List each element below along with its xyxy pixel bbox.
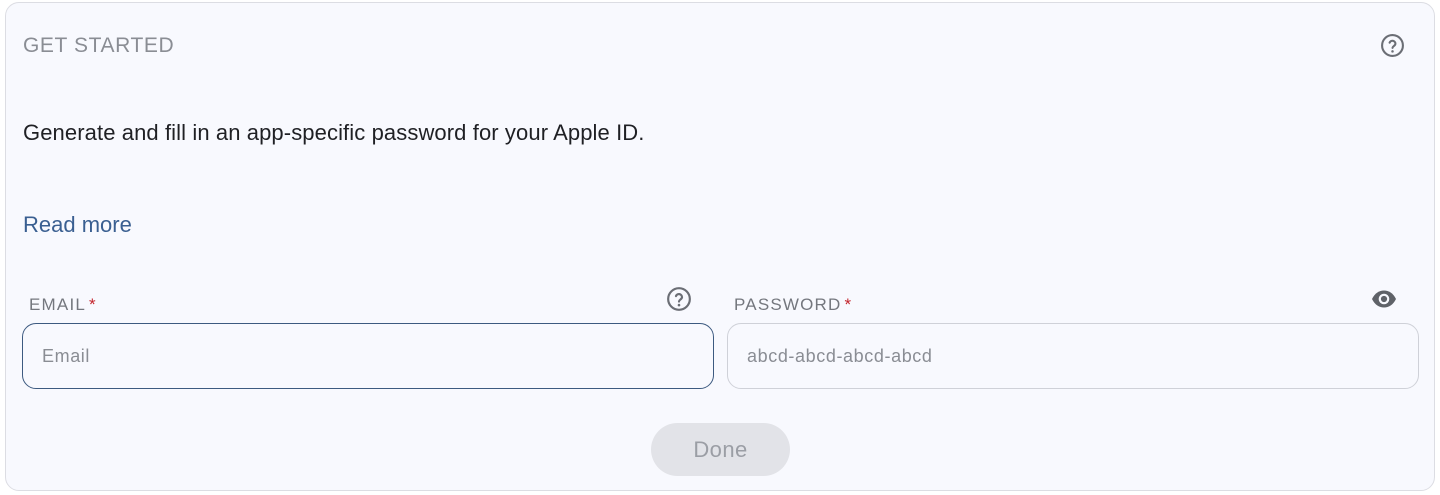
help-circle-icon[interactable] (1380, 33, 1405, 58)
required-marker: * (844, 295, 853, 314)
email-help-icon[interactable] (666, 286, 692, 312)
get-started-card: GET STARTED Generate and fill in an app-… (5, 2, 1435, 491)
required-marker: * (89, 295, 97, 314)
eye-icon[interactable] (1370, 287, 1398, 311)
card-title: GET STARTED (23, 34, 175, 57)
password-label: PASSWORD * (734, 295, 852, 315)
password-label-text: PASSWORD (734, 295, 842, 314)
email-input[interactable] (22, 323, 714, 389)
password-input[interactable] (727, 323, 1419, 389)
email-label-text: EMAIL (29, 295, 87, 314)
read-more-link[interactable]: Read more (23, 212, 132, 238)
email-label: EMAIL * (29, 295, 97, 315)
description-text: Generate and fill in an app-specific pas… (23, 120, 645, 145)
done-button[interactable]: Done (651, 423, 790, 476)
